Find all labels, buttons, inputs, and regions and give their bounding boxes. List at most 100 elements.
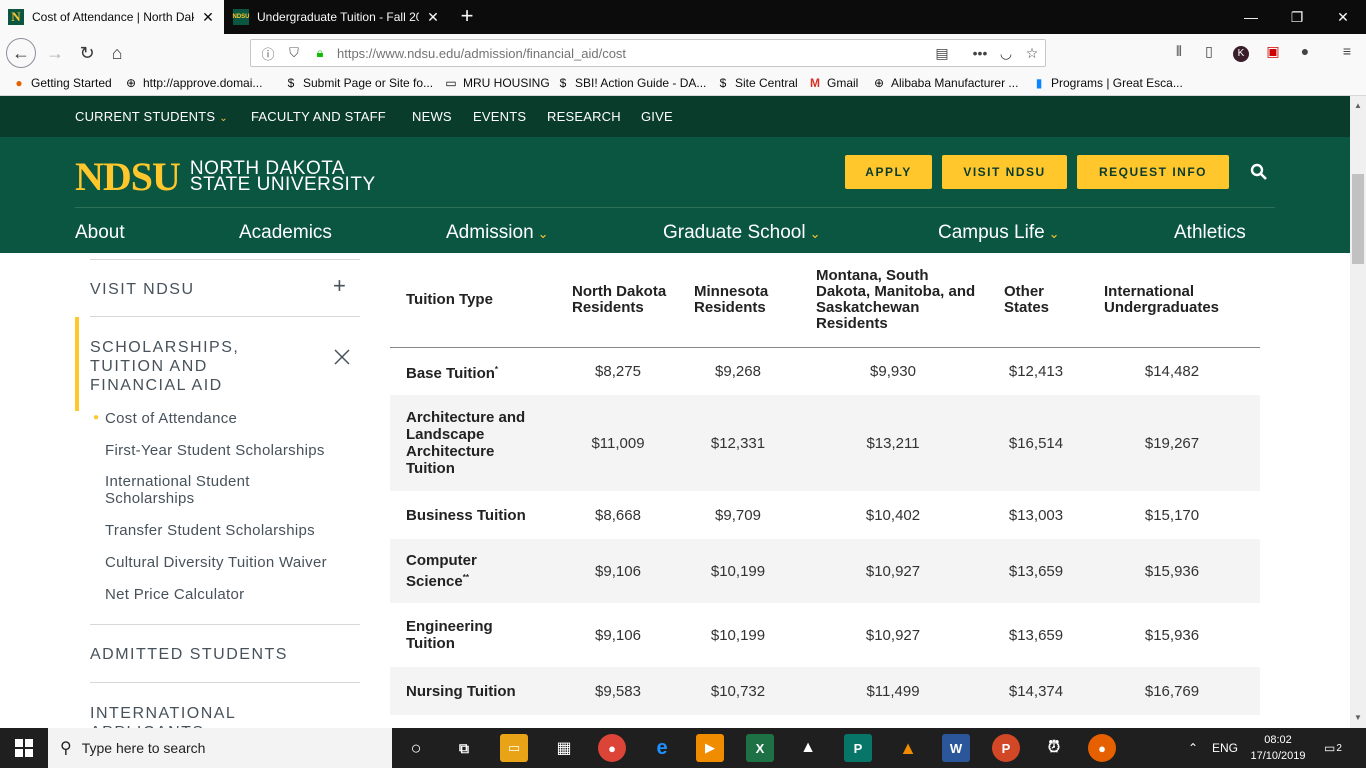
notifications-icon[interactable]: ▭ 2 — [1324, 728, 1342, 768]
request-info-button[interactable]: REQUEST INFO — [1077, 155, 1229, 189]
page-actions-icon[interactable]: ••• — [967, 45, 993, 61]
apply-button[interactable]: APPLY — [845, 155, 932, 189]
lock-icon[interactable]: 🔒︎ — [311, 45, 329, 61]
util-news[interactable]: NEWS — [412, 109, 452, 124]
tab-undergraduate-tuition[interactable]: NDSU Undergraduate Tuition - Fall 20 ✕ — [225, 0, 449, 34]
window-close-button[interactable]: ✕ — [1320, 0, 1366, 34]
nav-admission[interactable]: Admission ⌄ — [446, 222, 549, 244]
plus-icon[interactable]: + — [333, 273, 346, 299]
tray-expand-icon[interactable]: ⌃ — [1188, 728, 1198, 768]
sidebar-international-applicants[interactable]: INTERNATIONAL APPLICANTS — [90, 704, 270, 728]
ndsu-logo[interactable]: NDSU NORTH DAKOTA STATE UNIVERSITY — [75, 153, 376, 200]
table-cell: $19,267 — [1144, 434, 1200, 452]
bookmark-star-icon[interactable]: ☆ — [1019, 45, 1045, 62]
bookmark-item[interactable]: $ Site Central — [716, 76, 798, 90]
calculator-icon[interactable]: ▦ — [550, 734, 578, 762]
bookmark-item[interactable]: ▮ Programs | Great Esca... — [1032, 76, 1183, 90]
new-tab-button[interactable]: + — [454, 4, 480, 30]
util-current-students[interactable]: CURRENT STUDENTS ⌄ — [75, 109, 228, 124]
bookmark-item[interactable]: ⊕ Alibaba Manufacturer ... — [872, 76, 1018, 90]
bookmark-item[interactable]: $ SBI! Action Guide - DA... — [556, 76, 707, 90]
menu-icon[interactable]: ≡ — [1336, 43, 1358, 63]
sidebar-scholarships-section[interactable]: SCHOLARSHIPS, TUITION AND FINANCIAL AID — [90, 338, 270, 395]
util-research[interactable]: RESEARCH — [547, 109, 621, 124]
sidebar-link-transfer[interactable]: Transfer Student Scholarships — [105, 522, 355, 539]
active-section-indicator — [75, 317, 79, 411]
restore-button[interactable]: ❐ — [1274, 0, 1320, 34]
bookmark-item[interactable]: ⊕ http://approve.domai... — [124, 76, 262, 90]
excel-icon[interactable]: X — [746, 734, 774, 762]
forward-button[interactable]: → — [40, 38, 70, 68]
reader-view-icon[interactable]: ▤ — [929, 45, 955, 62]
pocket-icon[interactable]: ◡ — [993, 45, 1019, 62]
extension-icon[interactable]: ▣ — [1262, 43, 1284, 63]
profile-icon[interactable]: ● — [1294, 43, 1316, 63]
sidebar-link-international[interactable]: International Student Scholarships — [105, 473, 295, 507]
start-button[interactable] — [0, 728, 48, 768]
nav-academics[interactable]: Academics — [239, 222, 332, 244]
back-button[interactable]: ← — [6, 38, 36, 68]
library-icon[interactable]: ⫴ — [1168, 43, 1190, 63]
visit-ndsu-button[interactable]: VISIT NDSU — [942, 155, 1067, 189]
nav-campus-life[interactable]: Campus Life ⌄ — [938, 222, 1060, 244]
bookmark-item[interactable]: M Gmail — [808, 76, 858, 90]
tracking-shield-icon[interactable]: ⛉ — [285, 45, 303, 61]
page-scrollbar[interactable]: ▲ ▼ — [1350, 96, 1366, 728]
sidebar-icon[interactable]: ▯ — [1198, 43, 1220, 63]
search-icon[interactable] — [1250, 163, 1270, 183]
url-text[interactable]: https://www.ndsu.edu/admission/financial… — [337, 46, 929, 61]
word-icon[interactable]: W — [942, 734, 970, 762]
language-indicator[interactable]: ENG — [1212, 728, 1238, 768]
publisher-icon[interactable]: P — [844, 734, 872, 762]
tab-title: Cost of Attendance | North Dak — [32, 10, 194, 24]
close-icon[interactable]: ✕ — [425, 9, 441, 26]
task-view-icon[interactable]: ⧉ — [450, 734, 478, 762]
sidebar-link-cultural-diversity[interactable]: Cultural Diversity Tuition Waiver — [105, 554, 355, 571]
bookmark-item[interactable]: ▭ MRU HOUSING — [444, 76, 549, 90]
powerpoint-icon[interactable]: P — [992, 734, 1020, 762]
account-k-icon[interactable]: K — [1230, 43, 1252, 63]
util-give[interactable]: GIVE — [641, 109, 673, 124]
clock[interactable]: 08:02 17/10/2019 — [1250, 732, 1306, 764]
row-label: Architecture and Landscape Architecture … — [406, 409, 526, 477]
table-cell: $8,275 — [595, 362, 641, 380]
bookmark-item[interactable]: $ Submit Page or Site fo... — [284, 76, 433, 90]
vlc-icon[interactable]: ▲ — [894, 734, 922, 762]
url-bar[interactable]: ⓘ ⛉ 🔒︎ https://www.ndsu.edu/admission/fi… — [250, 39, 1046, 67]
bookmark-item[interactable]: ● Getting Started — [12, 76, 111, 90]
tab-bar: N Cost of Attendance | North Dak ✕ NDSU … — [0, 0, 1366, 34]
media-player-icon[interactable]: ▶ — [696, 734, 724, 762]
sidebar-link-net-price[interactable]: Net Price Calculator — [105, 586, 355, 603]
sidebar-admitted-students[interactable]: ADMITTED STUDENTS — [90, 646, 360, 664]
tab-cost-of-attendance[interactable]: N Cost of Attendance | North Dak ✕ — [0, 0, 224, 34]
home-button[interactable]: ⌂ — [102, 38, 132, 68]
info-icon[interactable]: ⓘ — [259, 44, 277, 63]
firefox-icon[interactable]: ● — [1088, 734, 1116, 762]
nav-athletics[interactable]: Athletics — [1174, 222, 1246, 244]
table-cell: $16,769 — [1144, 682, 1200, 700]
file-explorer-icon[interactable]: ▭ — [500, 734, 528, 762]
s-icon: $ — [287, 76, 295, 90]
table-cell: $9,106 — [595, 626, 641, 644]
reload-button[interactable]: ↻ — [72, 38, 102, 68]
cortana-icon[interactable]: ○ — [402, 734, 430, 762]
chrome-icon[interactable]: ● — [598, 734, 626, 762]
edge-icon[interactable]: e — [648, 734, 676, 762]
close-icon[interactable]: ✕ — [200, 9, 216, 26]
nav-about[interactable]: About — [75, 222, 125, 244]
scroll-thumb[interactable] — [1352, 174, 1364, 264]
close-x-icon[interactable] — [333, 346, 351, 372]
scroll-up-icon[interactable]: ▲ — [1350, 98, 1366, 114]
scroll-down-icon[interactable]: ▼ — [1350, 710, 1366, 726]
photos-icon[interactable]: ▲ — [794, 734, 822, 762]
util-faculty-staff[interactable]: FACULTY AND STAFF — [251, 109, 386, 124]
sidebar-visit-ndsu[interactable]: VISIT NDSU — [90, 281, 360, 299]
sidebar-link-cost-of-attendance[interactable]: Cost of Attendance — [105, 410, 355, 427]
util-events[interactable]: EVENTS — [473, 109, 526, 124]
sidebar-link-first-year[interactable]: First-Year Student Scholarships — [105, 442, 355, 459]
s-icon: $ — [559, 76, 567, 90]
taskbar-search[interactable]: ⚲ Type here to search — [48, 728, 392, 768]
minimize-button[interactable]: — — [1228, 0, 1274, 34]
alarm-clock-icon[interactable]: ⏰︎ — [1040, 734, 1068, 762]
nav-graduate-school[interactable]: Graduate School ⌄ — [663, 222, 821, 244]
